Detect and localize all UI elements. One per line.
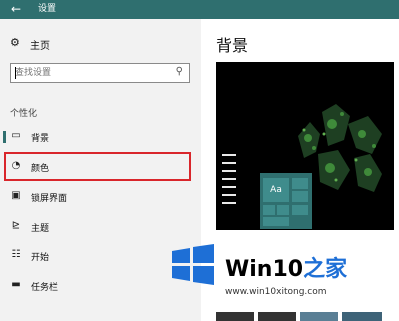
brush-icon: ⊵ bbox=[11, 220, 21, 231]
image-icon: ▭ bbox=[11, 130, 21, 141]
highlight-box bbox=[4, 152, 191, 181]
preview-tile-small bbox=[292, 178, 308, 189]
search-box[interactable]: ⚲ bbox=[10, 63, 190, 83]
watermark-brand-suffix: 之家 bbox=[303, 257, 348, 282]
window-title: 设置 bbox=[38, 4, 57, 14]
back-arrow-icon[interactable]: ← bbox=[6, 1, 26, 18]
text-cursor bbox=[15, 67, 16, 79]
watermark-brand: Win10之家 bbox=[225, 251, 347, 283]
preview-tile-small bbox=[292, 205, 308, 215]
nav-home[interactable]: ⚙ 主页 bbox=[10, 35, 190, 53]
preview-tile-small bbox=[277, 205, 289, 215]
sidebar-item-taskbar[interactable]: ▬ 任务栏 bbox=[10, 277, 186, 295]
start-icon: ☷ bbox=[11, 249, 21, 260]
sidebar-item-start[interactable]: ☷ 开始 bbox=[10, 247, 186, 265]
watermark-url: www.win10xitong.com bbox=[225, 287, 327, 297]
active-indicator bbox=[3, 131, 6, 143]
search-icon[interactable]: ⚲ bbox=[176, 66, 183, 77]
preview-window: Aa bbox=[260, 173, 312, 229]
preview-sidebar-lines bbox=[222, 154, 236, 210]
sidebar-item-label: 主题 bbox=[31, 224, 50, 234]
sidebar-item-label: 任务栏 bbox=[31, 283, 59, 293]
gear-icon: ⚙ bbox=[10, 36, 20, 49]
sidebar-item-label: 开始 bbox=[31, 253, 50, 263]
sidebar-item-label: 背景 bbox=[31, 134, 50, 144]
page-title: 背景 bbox=[216, 36, 249, 55]
sidebar-item-background[interactable]: ▭ 背景 bbox=[10, 128, 186, 146]
windows-logo-icon bbox=[172, 244, 214, 285]
preview-tile-small bbox=[292, 191, 308, 202]
sidebar-item-lock-screen[interactable]: ▣ 锁屏界面 bbox=[10, 188, 186, 206]
preview-tile-small bbox=[263, 217, 289, 226]
search-input[interactable] bbox=[15, 66, 165, 80]
section-title: 个性化 bbox=[10, 109, 38, 119]
sidebar-item-label: 锁屏界面 bbox=[31, 194, 68, 204]
watermark-brand-prefix: Win10 bbox=[225, 257, 304, 282]
taskbar-icon: ▬ bbox=[11, 279, 21, 290]
title-bar: ← 设置 bbox=[0, 0, 399, 19]
watermark: Win10之家 www.win10xitong.com bbox=[170, 242, 399, 321]
lock-screen-icon: ▣ bbox=[11, 190, 21, 201]
preview-tile: Aa bbox=[263, 178, 289, 202]
background-preview: Aa bbox=[216, 62, 394, 230]
preview-tile-small bbox=[263, 205, 275, 215]
sidebar-item-themes[interactable]: ⊵ 主题 bbox=[10, 218, 186, 236]
nav-home-label: 主页 bbox=[30, 41, 50, 52]
